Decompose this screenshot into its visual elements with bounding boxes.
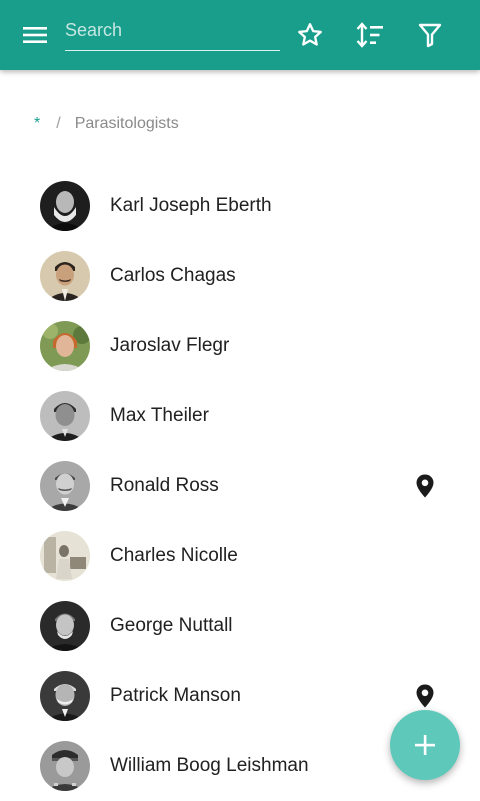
person-name: Max Theiler [110,405,209,426]
list-item[interactable]: Carlos Chagas [0,241,480,311]
avatar [40,251,90,301]
avatar [40,321,90,371]
breadcrumb: * / Parasitologists [34,114,179,134]
menu-button[interactable] [15,15,55,55]
avatar [40,181,90,231]
search-field[interactable] [65,14,280,51]
app-bar [0,0,480,70]
list-item[interactable]: George Nuttall [0,591,480,661]
person-name: Ronald Ross [110,475,219,496]
star-outline-icon [298,23,322,46]
person-name: George Nuttall [110,615,233,636]
person-name: Carlos Chagas [110,265,236,286]
list-item[interactable]: Ronald Ross [0,451,480,521]
avatar [40,461,90,511]
filter-button[interactable] [410,15,450,55]
list-item[interactable]: Jaroslav Flegr [0,311,480,381]
avatar [40,671,90,721]
breadcrumb-separator: / [56,115,61,132]
favorites-button[interactable] [290,15,330,55]
sort-icon [356,22,383,48]
avatar [40,601,90,651]
list-item[interactable]: Max Theiler [0,381,480,451]
person-name: Karl Joseph Eberth [110,195,272,216]
person-name: William Boog Leishman [110,755,309,776]
list-item[interactable]: Charles Nicolle [0,521,480,591]
people-list: Karl Joseph Eberth Carlos Chagas Jarosla… [0,171,480,801]
sort-button[interactable] [350,15,390,55]
breadcrumb-root[interactable]: * [34,115,40,133]
list-item[interactable]: Karl Joseph Eberth [0,171,480,241]
person-name: Charles Nicolle [110,545,238,566]
avatar [40,531,90,581]
menu-icon [23,27,47,43]
avatar [40,391,90,441]
person-name: Patrick Manson [110,685,241,706]
location-pin-icon[interactable] [413,683,437,709]
location-pin-icon[interactable] [413,473,437,499]
person-name: Jaroslav Flegr [110,335,230,356]
add-person-button[interactable] [390,710,460,780]
breadcrumb-current: Parasitologists [74,115,179,132]
plus-icon [415,735,435,755]
avatar [40,741,90,791]
search-input[interactable] [65,14,280,46]
filter-icon [418,23,442,48]
